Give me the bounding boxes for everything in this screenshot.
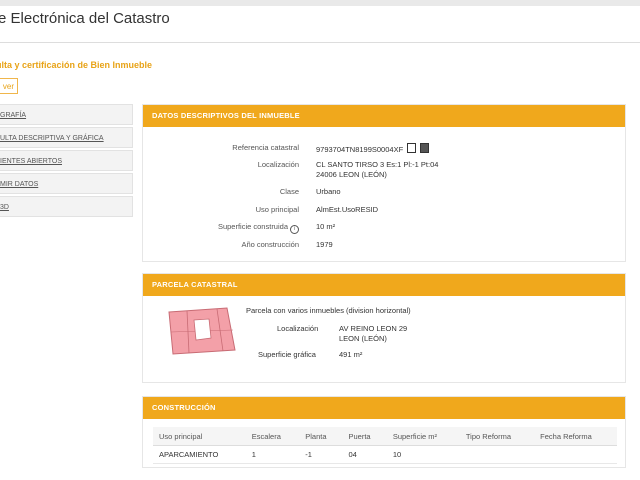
app-title: e Electrónica del Catastro: [0, 10, 170, 27]
label-clase: Clase: [279, 187, 299, 196]
value-anio: 1979: [316, 240, 333, 249]
label-superficie: Superficie construida i: [143, 222, 299, 234]
cell-puerta: 04: [342, 445, 387, 464]
sidebar: GRAFÍA ULTA DESCRIPTIVA Y GRÁFICA IENTES…: [0, 104, 133, 219]
table-header-row: Uso principal Escalera Planta Puerta Sup…: [153, 427, 617, 446]
construccion-table: Uso principal Escalera Planta Puerta Sup…: [153, 427, 617, 464]
label-localizacion: Localización: [257, 160, 299, 169]
label-referencia: Referencia catastral: [232, 143, 299, 152]
col-superficie: Superficie m²: [386, 427, 460, 446]
parcela-loc-label: Localización: [277, 324, 319, 333]
sidebar-item-expedientes[interactable]: IENTES ABIERTOS: [0, 150, 133, 171]
col-escalera: Escalera: [245, 427, 300, 446]
panel-construccion: CONSTRUCCIÓN Uso principal Escalera Plan…: [142, 396, 626, 468]
parcela-loc-value: AV REINO LEON 29: [339, 324, 408, 333]
cell-tipo-reforma: [459, 445, 535, 464]
sidebar-item-cartografia[interactable]: GRAFÍA: [0, 104, 133, 125]
col-fecha-reforma: Fecha Reforma: [534, 427, 617, 446]
superficie-text: Superficie construida: [217, 222, 288, 231]
panel-title: CONSTRUCCIÓN: [143, 397, 625, 419]
cell-escalera: 1: [245, 445, 300, 464]
panel-datos-descriptivos: DATOS DESCRIPTIVOS DEL INMUEBLE Referenc…: [142, 104, 626, 262]
col-puerta: Puerta: [342, 427, 387, 446]
sidebar-item-imprimir[interactable]: MIR DATOS: [0, 173, 133, 194]
parcela-description: Parcela con varios inmuebles (division h…: [246, 306, 411, 315]
info-icon[interactable]: i: [290, 225, 299, 234]
parcela-sup-label: Superficie gráfica: [258, 350, 316, 359]
col-planta: Planta: [299, 427, 343, 446]
referencia-text: 9793704TN8199S0004XF: [316, 145, 404, 154]
panel-title: DATOS DESCRIPTIVOS DEL INMUEBLE: [143, 105, 625, 127]
cell-fecha-reforma: [534, 445, 617, 464]
sidebar-item-consulta[interactable]: ULTA DESCRIPTIVA Y GRÁFICA: [0, 127, 133, 148]
cell-uso: APARCAMIENTO: [153, 445, 246, 464]
copy-icon[interactable]: [407, 143, 417, 153]
parcela-sup-value: 491 m²: [339, 350, 363, 359]
parcel-map-image[interactable]: [167, 306, 237, 356]
table-row: APARCAMIENTO 1 -1 04 10: [153, 445, 617, 464]
value-referencia: 9793704TN8199S0004XF: [316, 143, 430, 154]
page-subtitle: ulta y certificación de Bien Inmueble: [0, 60, 153, 70]
panel-parcela: PARCELA CATASTRAL Parcela con varios inm…: [142, 273, 626, 383]
value-localizacion: CL SANTO TIRSO 3 Es:1 Pl:-1 Pt:04: [316, 160, 439, 169]
col-uso: Uso principal: [153, 427, 246, 446]
app-header: e Electrónica del Catastro: [0, 6, 640, 43]
cell-superficie: 10: [386, 445, 460, 464]
value-superficie: 10 m²: [316, 222, 336, 231]
value-localizacion-2: 24006 LEON (LEÓN): [316, 170, 387, 179]
back-button[interactable]: ver: [0, 78, 18, 94]
label-uso: Uso principal: [255, 205, 299, 214]
print-icon[interactable]: [420, 143, 430, 153]
cell-planta: -1: [299, 445, 343, 464]
parcela-loc-value-2: LEON (LEÓN): [339, 334, 387, 343]
value-clase: Urbano: [316, 187, 341, 196]
col-tipo-reforma: Tipo Reforma: [459, 427, 535, 446]
value-uso: AlmEst.UsoRESID: [316, 205, 379, 214]
sidebar-item-3d[interactable]: 3D: [0, 196, 133, 217]
label-anio: Año construcción: [241, 240, 299, 249]
panel-title: PARCELA CATASTRAL: [143, 274, 625, 296]
